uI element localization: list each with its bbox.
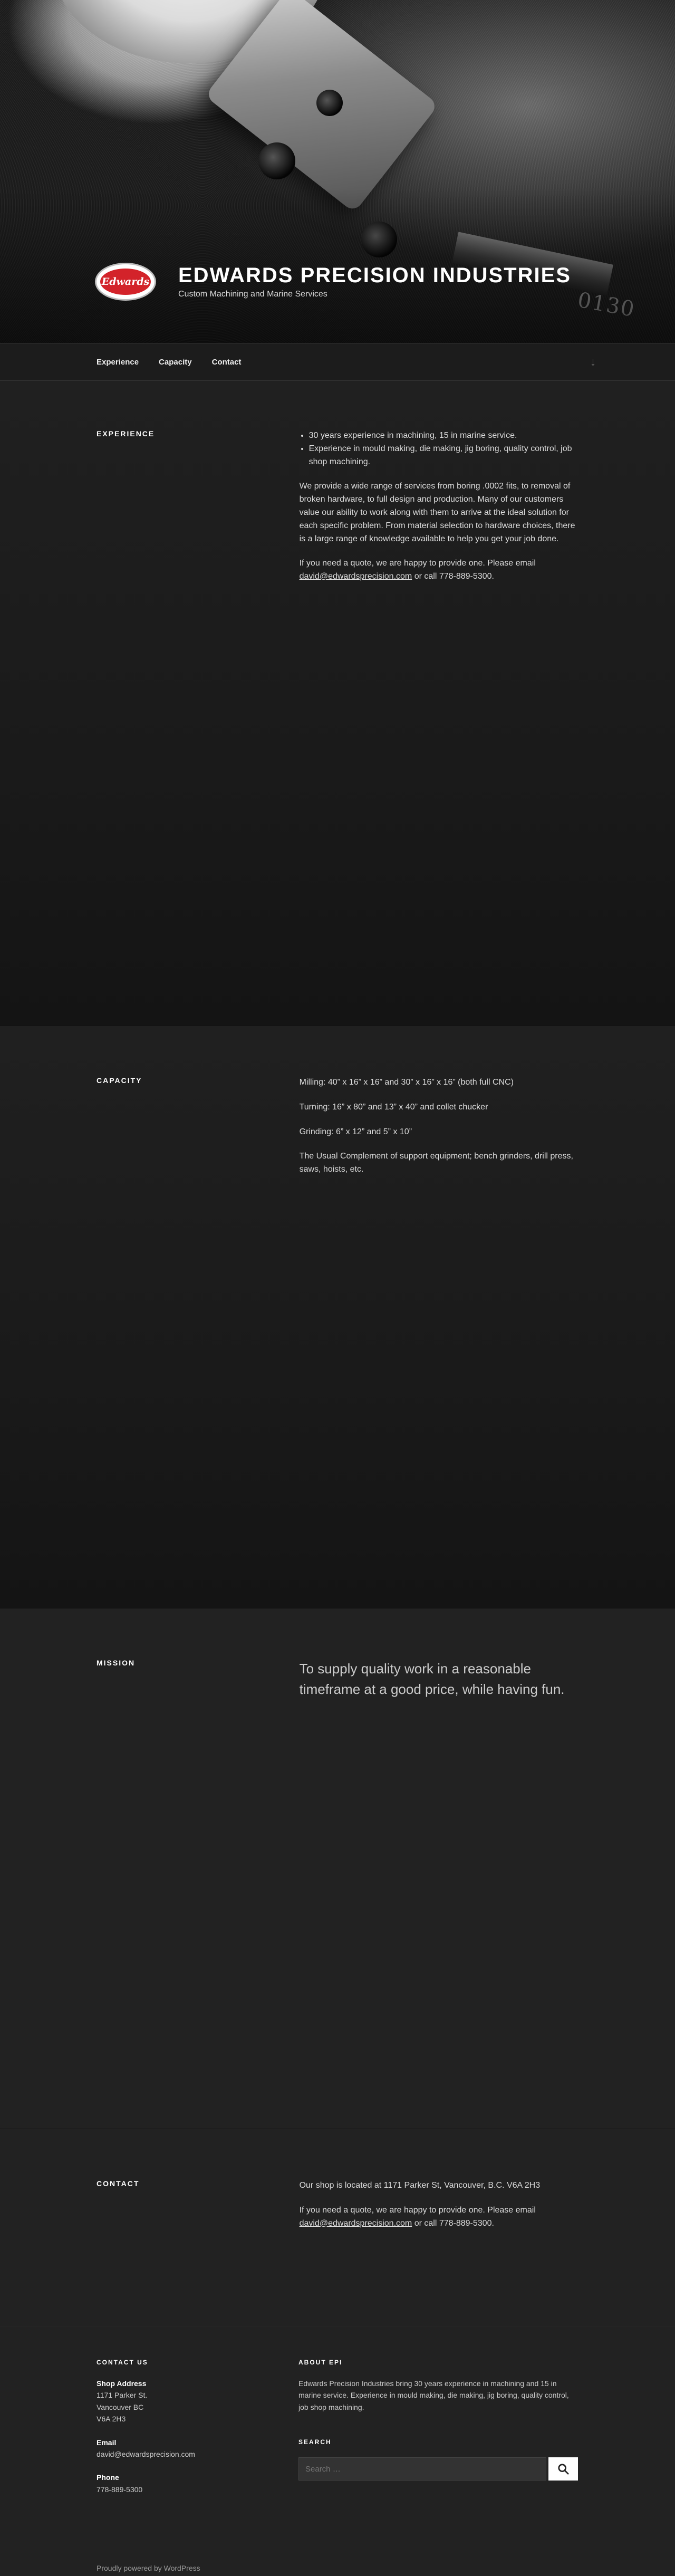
location-paragraph: Our shop is located at 1171 Parker St, V…	[299, 2181, 541, 2190]
list-item: Experience in mould making, die making, …	[309, 443, 578, 469]
section-capacity: Capacity Milling: 40” x 16” x 16” and 30…	[0, 1026, 675, 1608]
search-input[interactable]	[298, 2457, 546, 2481]
widget-title: About EPI	[298, 2359, 343, 2366]
search-form	[298, 2457, 578, 2481]
about-text: Edwards Precision Industries bring 30 ye…	[298, 2379, 569, 2411]
arrow-down-icon[interactable]: ↓	[590, 355, 596, 369]
powered-by[interactable]: Proudly powered by WordPress	[97, 2564, 578, 2572]
email-link[interactable]: david@edwardsprecision.com	[300, 572, 412, 581]
site-logo[interactable]: Edwards	[97, 264, 155, 299]
experience-list: 30 years experience in machining, 15 in …	[309, 429, 578, 468]
widget-title: Search	[298, 2438, 332, 2446]
nav-item-contact[interactable]: Contact	[212, 358, 242, 367]
section-content: To supply quality work in a reasonable t…	[300, 1659, 578, 1711]
mission-quote: To supply quality work in a reasonable t…	[299, 1661, 565, 1697]
services-paragraph: We provide a wide range of services from…	[299, 482, 575, 543]
site-branding-text: Edwards Precision Industries Custom Mach…	[178, 264, 571, 299]
quote-text: If you need a quote, we are happy to pro…	[299, 2205, 536, 2215]
capacity-line: The Usual Complement of support equipmen…	[299, 1152, 573, 1174]
section-title: Mission	[97, 1659, 136, 1667]
section-experience: Experience 30 years experience in machin…	[0, 381, 675, 1026]
address-label: Shop Address	[97, 2379, 147, 2388]
section-title: Capacity	[97, 1076, 142, 1085]
capacity-line: Grinding: 6” x 12” and 5” x 10”	[299, 1127, 412, 1136]
footer-contact-widget: Contact Us Shop Address 1171 Parker St. …	[97, 2359, 298, 2507]
section-content: 30 years experience in machining, 15 in …	[300, 429, 578, 595]
email-label: Email	[97, 2438, 117, 2447]
section-content: Our shop is located at 1171 Parker St, V…	[300, 2179, 578, 2242]
site-header: 0130 Edwards Edwards Precision Industrie…	[0, 0, 675, 343]
search-button[interactable]	[548, 2457, 578, 2481]
quote-paragraph: If you need a quote, we are happy to pro…	[300, 557, 578, 583]
quote-text: If you need a quote, we are happy to pro…	[299, 559, 536, 568]
nav-item-experience[interactable]: Experience	[97, 358, 139, 367]
list-item: 30 years experience in machining, 15 in …	[309, 429, 578, 443]
site-branding: Edwards Edwards Precision Industries Cus…	[97, 264, 571, 299]
section-title: Experience	[97, 429, 155, 438]
address-line: Vancouver BC	[97, 2402, 144, 2411]
email-value: david@edwardsprecision.com	[97, 2449, 195, 2458]
site-title[interactable]: Edwards Precision Industries	[178, 264, 571, 288]
shop-address: Shop Address 1171 Parker St. Vancouver B…	[97, 2378, 298, 2425]
site-description: Custom Machining and Marine Services	[178, 290, 327, 299]
phone-value: 778-889-5300	[97, 2485, 143, 2494]
nav-item-capacity[interactable]: Capacity	[159, 358, 192, 367]
widget-title: Contact Us	[97, 2359, 148, 2366]
address-line: V6A 2H3	[97, 2415, 126, 2424]
capacity-line: Milling: 40” x 16” x 16” and 30” x 16” x…	[299, 1078, 514, 1087]
section-mission: Mission To supply quality work in a reas…	[0, 1608, 675, 2129]
footer-email: Email david@edwardsprecision.com	[97, 2437, 298, 2460]
section-contact: Contact Our shop is located at 1171 Park…	[0, 2129, 675, 2326]
section-title: Contact	[97, 2179, 140, 2188]
site-footer: Contact Us Shop Address 1171 Parker St. …	[0, 2326, 675, 2576]
address-line: 1171 Parker St.	[97, 2391, 148, 2400]
logo-text: Edwards	[99, 267, 152, 296]
capacity-line: Turning: 16” x 80” and 13” x 40” and col…	[299, 1102, 488, 1112]
main-navigation: Experience Capacity Contact ↓	[0, 343, 675, 381]
footer-phone: Phone 778-889-5300	[97, 2472, 298, 2495]
search-icon	[558, 2464, 569, 2475]
section-content: Milling: 40” x 16” x 16” and 30” x 16” x…	[300, 1076, 578, 1188]
phone-label: Phone	[97, 2473, 119, 2482]
quote-text: or call 778-889-5300.	[412, 572, 494, 581]
quote-text: or call 778-889-5300.	[412, 2218, 494, 2228]
quote-paragraph: If you need a quote, we are happy to pro…	[300, 2204, 578, 2230]
email-link[interactable]: david@edwardsprecision.com	[300, 2219, 412, 2228]
footer-about-widget: About EPI Edwards Precision Industries b…	[298, 2359, 578, 2507]
